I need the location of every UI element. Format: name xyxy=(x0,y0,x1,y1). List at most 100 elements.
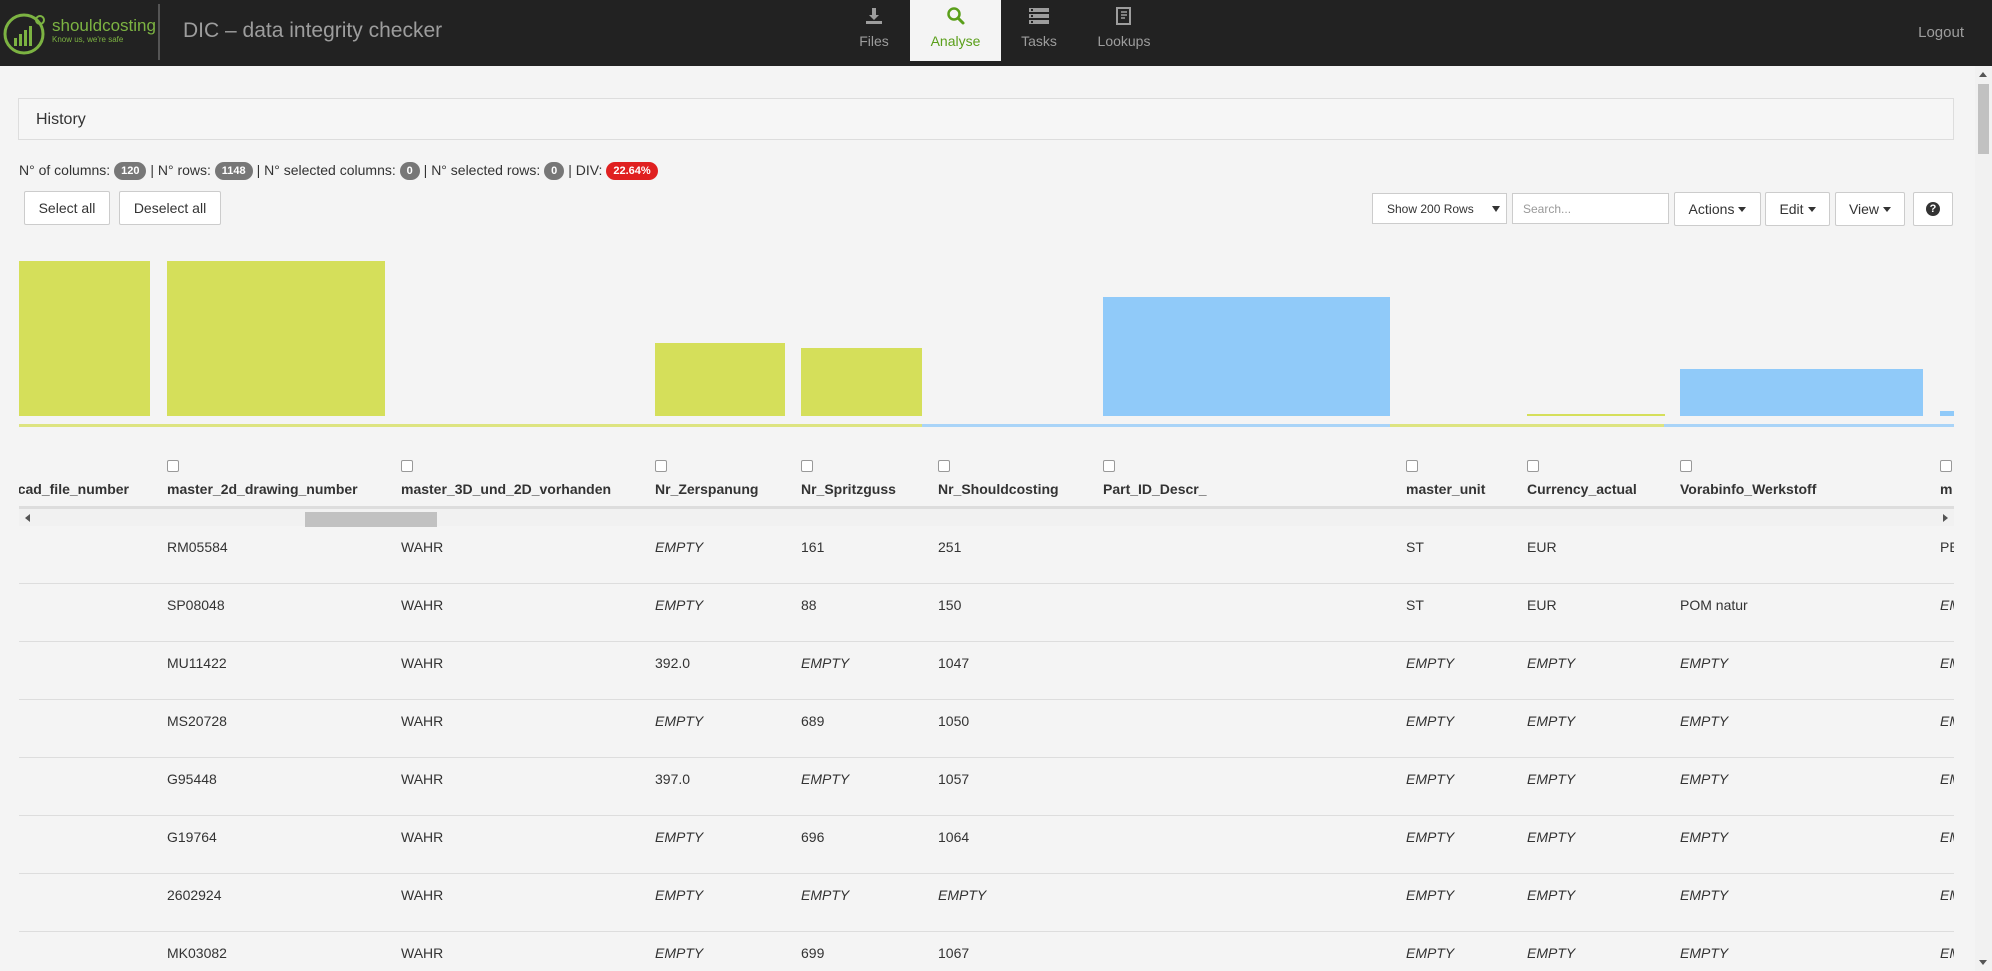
tab-lookups[interactable]: Lookups xyxy=(1094,0,1154,61)
column-select-checkbox[interactable] xyxy=(938,460,950,472)
caret-down-icon xyxy=(1738,206,1747,212)
table-cell: WAHR xyxy=(401,655,444,671)
column-select-checkbox[interactable] xyxy=(401,460,413,472)
table-cell: EUR xyxy=(1527,597,1557,613)
table-cell: EMPTY xyxy=(1406,829,1455,845)
column-select-checkbox[interactable] xyxy=(1680,460,1692,472)
logout-link[interactable]: Logout xyxy=(1918,24,1964,41)
column-header[interactable]: Vorabinfo_Werkstoff xyxy=(1680,481,1816,497)
table-cell: WAHR xyxy=(401,597,444,613)
table-cell: EMPTY xyxy=(1680,771,1729,787)
actions-dropdown-label: Actions xyxy=(1688,201,1735,217)
view-dropdown-label: View xyxy=(1848,201,1880,217)
table-cell: ST xyxy=(1406,597,1424,613)
table-cell: EMPTY xyxy=(801,655,850,671)
selected-columns-badge: 0 xyxy=(399,162,420,180)
view-dropdown[interactable]: View xyxy=(1835,192,1905,226)
table-cell: 696 xyxy=(801,829,825,845)
help-button[interactable]: ? xyxy=(1913,192,1953,226)
table-cell: EMPTY xyxy=(1940,945,1954,961)
column-select-checkbox[interactable] xyxy=(655,460,667,472)
rows-per-page-select[interactable]: Show 200 Rows xyxy=(1372,193,1507,224)
column-header[interactable]: Nr_Shouldcosting xyxy=(938,481,1059,497)
table-cell: EMPTY xyxy=(1527,655,1576,671)
column-header[interactable]: Nr_Spritzguss xyxy=(801,481,896,497)
app-title: DIC – data integrity checker xyxy=(183,19,443,42)
table-cell: EMPTY xyxy=(1680,887,1729,903)
brand-logo[interactable]: shouldcosting Know us, we're safe xyxy=(0,0,160,66)
column-header[interactable]: Currency_actual xyxy=(1527,481,1637,497)
deselect-all-button[interactable]: Deselect all xyxy=(119,191,221,225)
column-select-checkbox[interactable] xyxy=(1940,460,1952,472)
search-icon xyxy=(910,6,1001,28)
table-cell: EMPTY xyxy=(655,887,704,903)
columns-count-label: N° of columns: xyxy=(19,162,111,178)
scroll-left-icon[interactable] xyxy=(25,514,30,522)
table-cell: G19764 xyxy=(167,829,217,845)
horizontal-scroll-thumb[interactable] xyxy=(305,512,437,527)
stats-separator: | xyxy=(150,162,154,178)
table-row[interactable]: MK03082 WAHR EMPTY 699 1067 EMPTY EMPTY EMPTY EM… xyxy=(19,932,1954,971)
table-cell: 2602924 xyxy=(167,887,222,903)
column-header[interactable]: Nr_Zerspanung xyxy=(655,481,758,497)
tab-files[interactable]: Files xyxy=(848,0,900,61)
vertical-scrollbar[interactable] xyxy=(1975,66,1992,971)
actions-dropdown[interactable]: Actions xyxy=(1674,192,1761,226)
table-cell: EMPTY xyxy=(1527,771,1576,787)
table-cell: WAHR xyxy=(401,771,444,787)
chart-baseline-segment xyxy=(1390,424,1511,427)
table-cell: EMPTY xyxy=(1940,771,1954,787)
column-select-checkbox[interactable] xyxy=(167,460,179,472)
selected-rows-badge: 0 xyxy=(544,162,565,180)
tab-analyse[interactable]: Analyse xyxy=(910,0,1001,61)
search-input[interactable] xyxy=(1512,193,1669,224)
edit-dropdown-label: Edit xyxy=(1779,201,1804,217)
table-row[interactable]: MU11422 WAHR 392.0 EMPTY 1047 EMPTY EMPTY EMPTY… xyxy=(19,642,1954,700)
scroll-down-icon[interactable] xyxy=(1979,960,1987,965)
table-cell: MS20728 xyxy=(167,713,227,729)
column-select-checkbox[interactable] xyxy=(801,460,813,472)
chart-baseline-segment xyxy=(1664,424,1924,427)
selected-rows-label: N° selected rows: xyxy=(431,162,541,178)
chevron-down-icon xyxy=(1492,206,1500,212)
table-row[interactable]: G95448 WAHR 397.0 EMPTY 1057 EMPTY EMPTY EMPTY E… xyxy=(19,758,1954,816)
column-header[interactable]: m xyxy=(1940,481,1954,497)
edit-dropdown[interactable]: Edit xyxy=(1765,192,1830,226)
column-header[interactable]: master_2d_drawing_number xyxy=(167,481,358,497)
table-cell: 689 xyxy=(801,713,825,729)
vertical-scroll-thumb[interactable] xyxy=(1978,84,1989,154)
scroll-up-icon[interactable] xyxy=(1979,72,1987,77)
table-cell: 699 xyxy=(801,945,825,961)
column-header[interactable]: master_3D_und_2D_vorhanden xyxy=(401,481,611,497)
table-cell: 392.0 xyxy=(655,655,691,671)
chart-bar-vorabinfo-werkstoff xyxy=(1680,369,1923,416)
column-select-checkbox[interactable] xyxy=(1527,460,1539,472)
selected-columns-label: N° selected columns: xyxy=(264,162,396,178)
horizontal-scrollbar[interactable] xyxy=(19,509,1954,527)
table-cell: 1057 xyxy=(938,771,970,787)
tab-tasks[interactable]: Tasks xyxy=(1016,0,1062,61)
tab-lookups-label: Lookups xyxy=(1097,33,1151,49)
div-label: DIV: xyxy=(575,162,603,178)
dataset-stats: N° of columns: 120 | N° rows: 1148 | N° … xyxy=(19,162,658,180)
div-badge: 22.64% xyxy=(606,162,658,180)
history-panel[interactable]: History xyxy=(18,98,1954,140)
column-select-checkbox[interactable] xyxy=(1406,460,1418,472)
chart-bar-currency-actual xyxy=(1527,414,1665,416)
table-cell: WAHR xyxy=(401,829,444,845)
column-header[interactable]: cad_file_number xyxy=(19,481,129,497)
table-cell: 1064 xyxy=(938,829,970,845)
table-row[interactable]: G19764 WAHR EMPTY 696 1064 EMPTY EMPTY EMPTY EMP… xyxy=(19,816,1954,874)
column-header[interactable]: master_unit xyxy=(1406,481,1485,497)
column-header[interactable]: Part_ID_Descr_ xyxy=(1103,481,1207,497)
table-row[interactable]: SP08048 WAHR EMPTY 88 150 ST EUR POM natur EMPTY xyxy=(19,584,1954,642)
select-all-button[interactable]: Select all xyxy=(24,191,110,225)
table-cell: 251 xyxy=(938,539,962,555)
column-select-checkbox[interactable] xyxy=(1103,460,1115,472)
table-cell: EMPTY xyxy=(1406,655,1455,671)
scroll-right-icon[interactable] xyxy=(1943,514,1948,522)
table-cell: EMPTY xyxy=(1527,829,1576,845)
table-row[interactable]: RM05584 WAHR EMPTY 161 251 ST EUR PE xyxy=(19,526,1954,584)
table-row[interactable]: 2602924 WAHR EMPTY EMPTY EMPTY EMPTY EMPTY EMPT… xyxy=(19,874,1954,932)
table-row[interactable]: MS20728 WAHR EMPTY 689 1050 EMPTY EMPTY EMPTY EM… xyxy=(19,700,1954,758)
